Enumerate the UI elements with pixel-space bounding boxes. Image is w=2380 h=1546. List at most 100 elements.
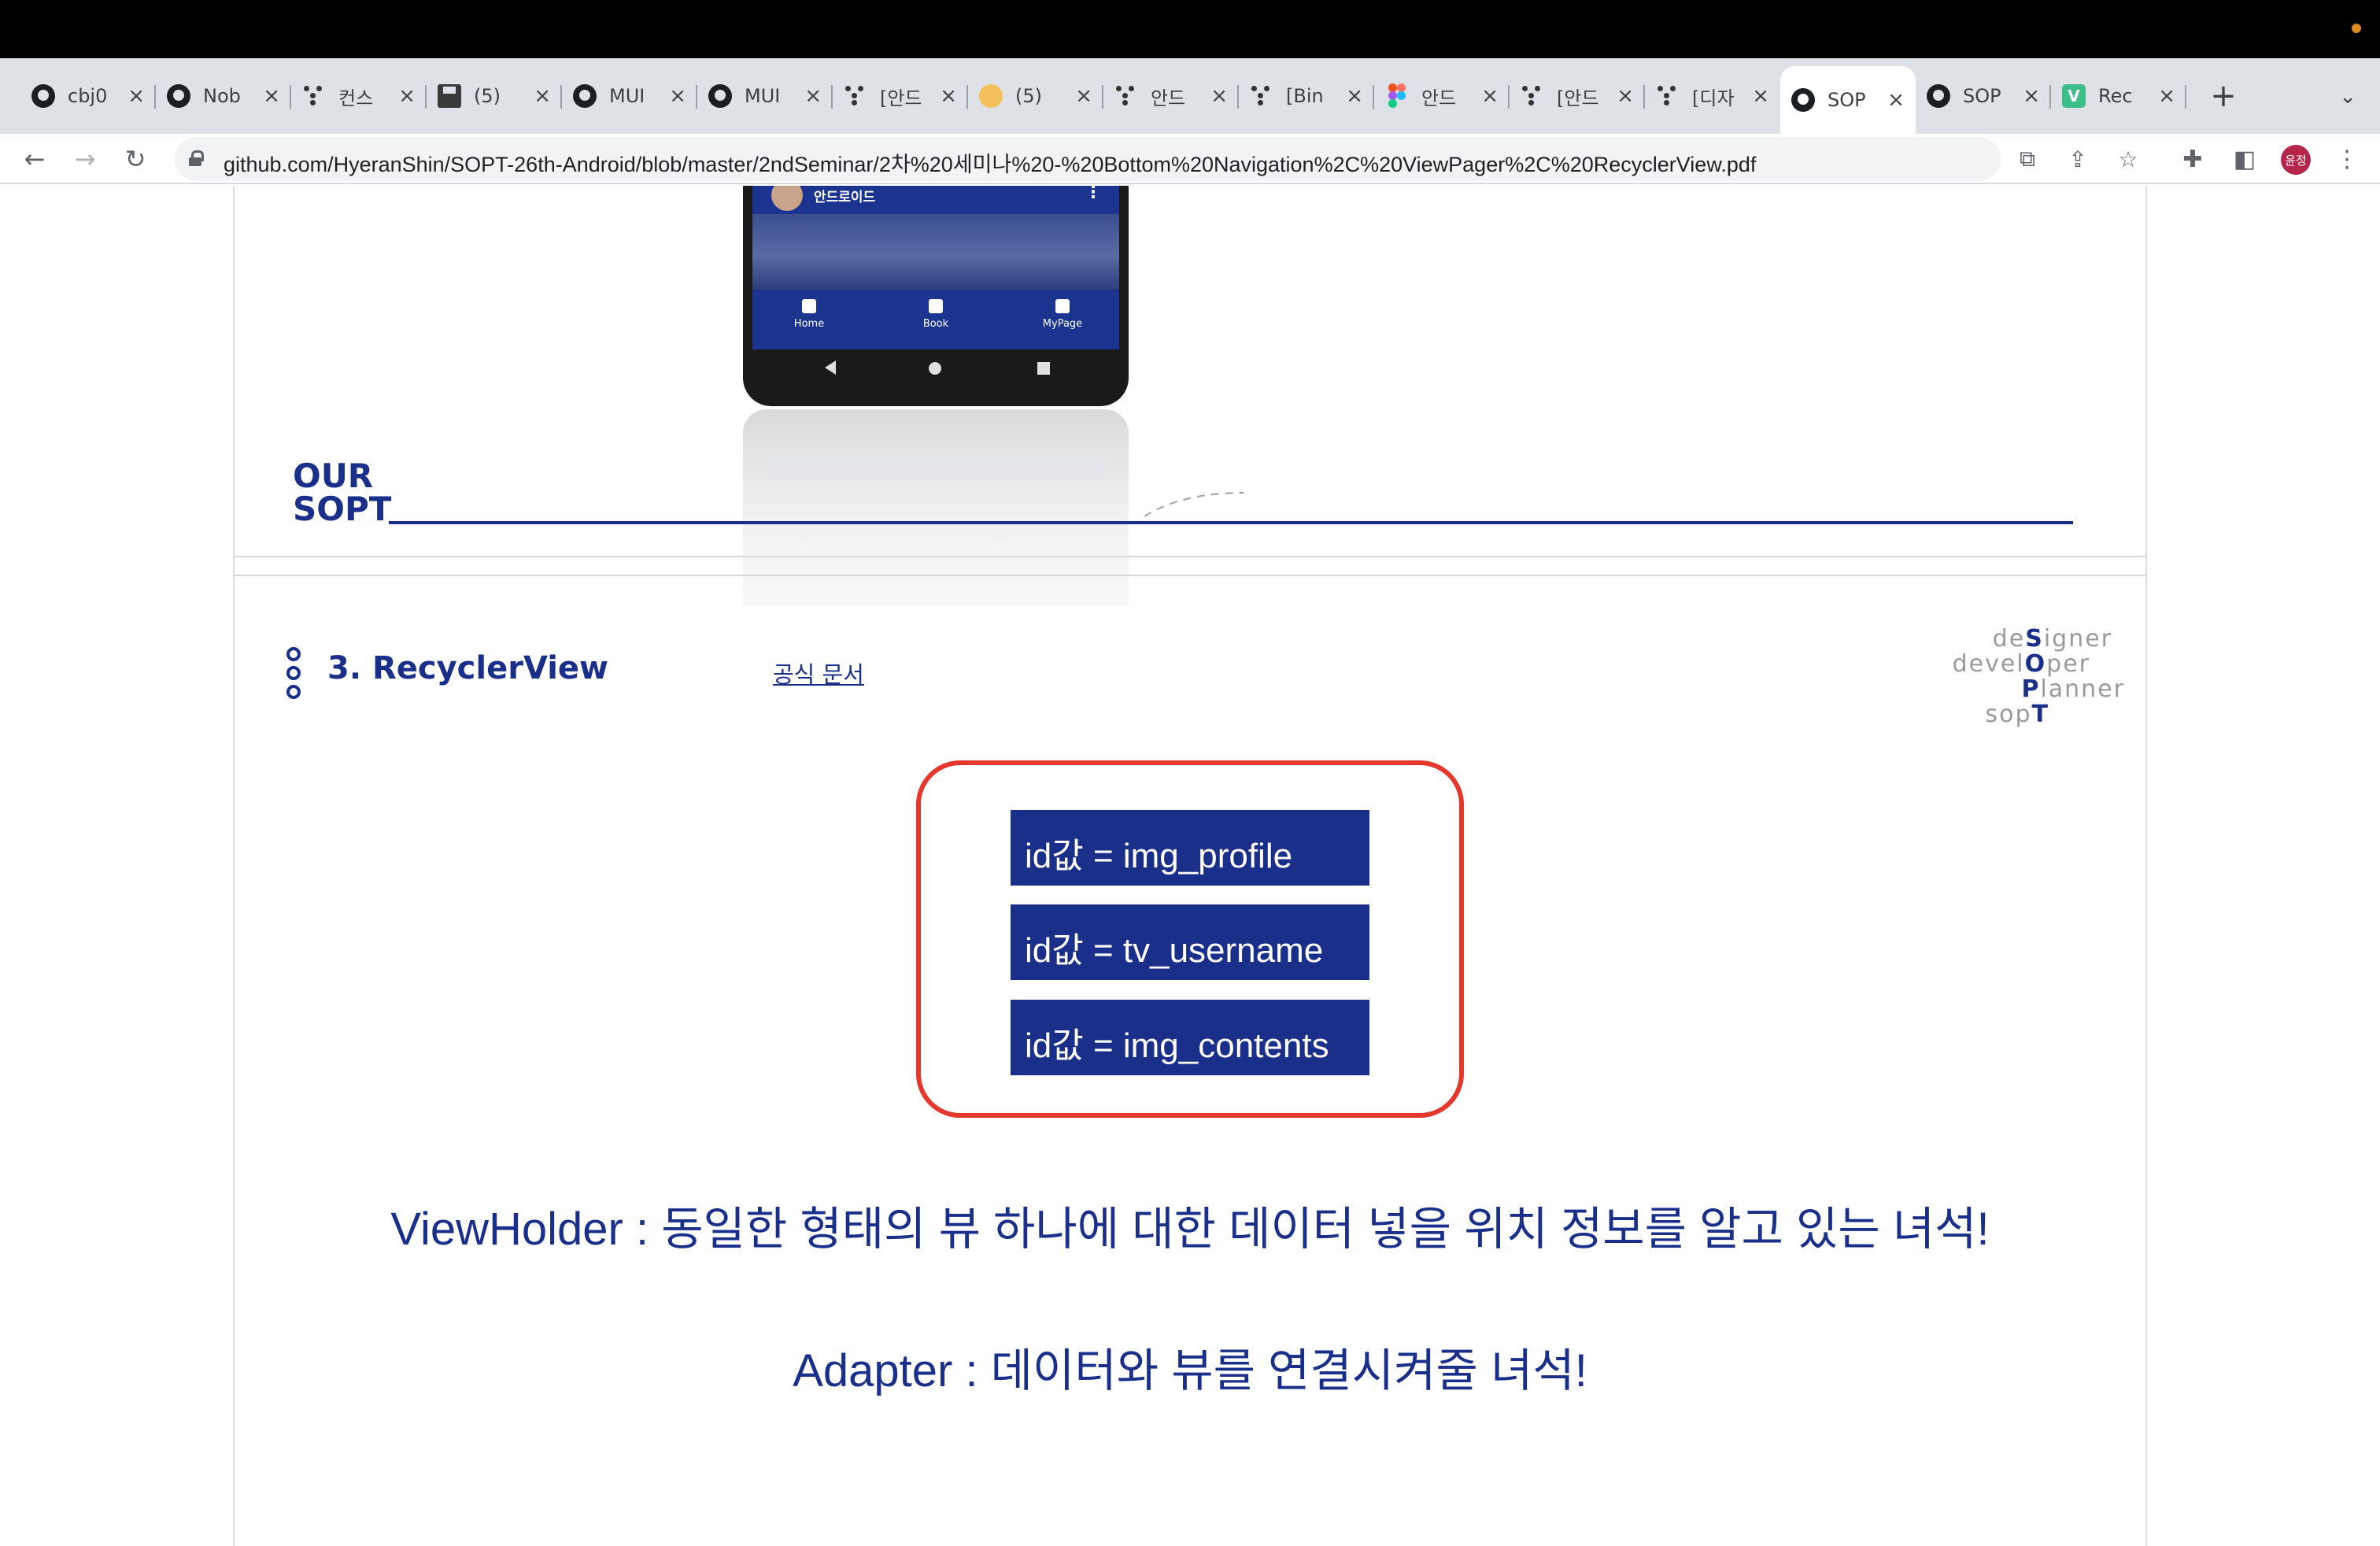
phone-nav-mypage: MyPage [1015, 299, 1110, 330]
phone-content-image [752, 214, 1119, 290]
forward-arrow-icon[interactable]: → [66, 140, 104, 178]
top-bar [0, 0, 2380, 58]
extensions-icon[interactable]: ✚ [2179, 145, 2207, 173]
pdf-viewer[interactable]: 안드로이드 ⋮ Home Book MyPage OUR SOPT 3. Rec… [0, 186, 2380, 1546]
page-separator [233, 575, 2145, 576]
close-icon[interactable]: × [940, 84, 957, 108]
close-icon[interactable]: × [263, 84, 280, 108]
bookmark-star-icon[interactable]: ☆ [2116, 146, 2141, 172]
slide-divider-line [389, 521, 2073, 524]
back-arrow-icon[interactable]: ← [16, 140, 54, 178]
new-tab-button[interactable]: + [2201, 73, 2246, 119]
tab[interactable]: MUI × [562, 68, 697, 124]
close-icon[interactable]: × [2023, 84, 2040, 108]
tab-active[interactable]: SOP × [1780, 66, 1916, 134]
tab[interactable]: cbj0 × [20, 68, 156, 124]
overflow-menu-icon: ⋮ [1085, 186, 1102, 202]
brand-line: sopT [1985, 701, 2049, 728]
dots-icon [842, 83, 869, 109]
tab-title: [안드 [880, 87, 922, 109]
phone-bottom-nav: Home Book MyPage [752, 290, 1119, 350]
phone-app-bar: 안드로이드 ⋮ [752, 186, 1119, 214]
address-bar: ← → ↻ github.com/HyeranShin/SOPT-26th-An… [0, 134, 2380, 184]
github-icon [165, 83, 192, 109]
notification-dot [2352, 24, 2361, 33]
close-icon[interactable]: × [1346, 84, 1363, 108]
close-icon[interactable]: × [1752, 84, 1769, 108]
close-icon[interactable]: × [1617, 84, 1634, 108]
url-text[interactable]: github.com/HyeranShin/SOPT-26th-Android/… [224, 147, 1756, 178]
brand-line: deSigner [1992, 625, 2112, 653]
tab-title: (5) [474, 85, 501, 107]
tab-title: SOP [1828, 89, 1866, 111]
tab[interactable]: V Rec × [2051, 68, 2186, 124]
close-icon[interactable]: × [1887, 88, 1905, 112]
tab[interactable]: Nob × [156, 68, 291, 124]
phone-mockup: 안드로이드 ⋮ Home Book MyPage [743, 186, 1129, 406]
close-icon[interactable]: × [398, 84, 416, 108]
github-icon [1790, 87, 1816, 113]
share-icon[interactable]: ⇪ [2065, 146, 2090, 172]
id-label-img-contents: id값 = img_contents [1011, 1000, 1369, 1075]
close-icon[interactable]: × [128, 84, 145, 108]
phone-nav-book: Book [889, 299, 983, 330]
github-icon [1925, 83, 1952, 109]
viewholder-explanation: ViewHolder : 동일한 형태의 뷰 하나에 대한 데이터 넣을 위치 … [390, 1204, 1990, 1255]
close-icon[interactable]: × [534, 84, 551, 108]
phone-reflection [743, 409, 1129, 606]
tab[interactable]: 컨스 × [291, 68, 427, 124]
close-icon[interactable]: × [1481, 84, 1499, 108]
reload-icon[interactable]: ↻ [116, 140, 154, 178]
bullet-circles-icon [286, 647, 302, 702]
dashed-curve [1144, 492, 1244, 517]
tab[interactable]: [Bin × [1239, 68, 1374, 124]
close-icon[interactable]: × [2158, 84, 2175, 108]
tab[interactable]: [안드 × [833, 68, 968, 124]
phone-app-title: 안드로이드 [814, 190, 876, 205]
book-icon [929, 299, 943, 313]
dots-icon [1519, 83, 1546, 109]
tab-title: SOP [1963, 85, 2001, 107]
github-icon [707, 83, 734, 109]
tab[interactable]: [디자 × [1645, 68, 1780, 124]
tab-title: 안드 [1421, 87, 1457, 109]
close-icon[interactable]: × [1210, 84, 1228, 108]
tab-title: Nob [203, 85, 241, 107]
brand-line: develOper [1952, 650, 2090, 678]
tab-search-chevron-icon[interactable]: ⌄ [2339, 85, 2356, 109]
official-docs-link[interactable]: 공식 문서 [773, 656, 864, 690]
dots-icon [301, 83, 327, 109]
tab[interactable]: [안드 × [1510, 68, 1645, 124]
tab-title: (5) [1015, 85, 1042, 107]
close-icon[interactable]: × [804, 84, 822, 108]
tab[interactable]: SOP × [1916, 68, 2051, 124]
profile-avatar[interactable]: 윤정 [2281, 145, 2311, 175]
tab-title: [안드 [1557, 87, 1599, 109]
v-icon: V [2060, 83, 2087, 109]
tab[interactable]: 안드 × [1103, 68, 1239, 124]
omnibox[interactable]: github.com/HyeranShin/SOPT-26th-Android/… [175, 137, 2138, 181]
phone-nav-home: Home [762, 299, 856, 330]
translate-icon[interactable]: ⧉ [2015, 146, 2040, 172]
lock-icon[interactable] [189, 150, 204, 166]
tab[interactable]: MUI × [697, 68, 833, 124]
tab[interactable]: (5) × [968, 68, 1103, 124]
tab-title: MUI [745, 85, 781, 107]
floppy-icon [436, 83, 463, 109]
side-panel-icon[interactable]: ◧ [2230, 145, 2259, 173]
avatar-icon [978, 83, 1004, 109]
tab[interactable]: (5) × [427, 68, 562, 124]
tab-title: 컨스 [338, 87, 374, 109]
our-sopt-logo: OUR SOPT [293, 457, 392, 528]
brand-line: Planner [2021, 675, 2125, 703]
tab-title: 안드 [1151, 87, 1186, 109]
close-icon[interactable]: × [1075, 84, 1092, 108]
tab-strip: cbj0 × Nob × 컨스 × (5) × MUI × MUI × [안드 … [0, 58, 2380, 134]
github-icon [571, 83, 598, 109]
phone-system-nav [743, 350, 1129, 389]
github-icon [30, 83, 57, 109]
close-icon[interactable]: × [669, 84, 686, 108]
tab[interactable]: 안드 × [1374, 68, 1510, 124]
more-menu-icon[interactable]: ⋮ [2333, 145, 2361, 173]
tab-title: [Bin [1286, 85, 1324, 107]
